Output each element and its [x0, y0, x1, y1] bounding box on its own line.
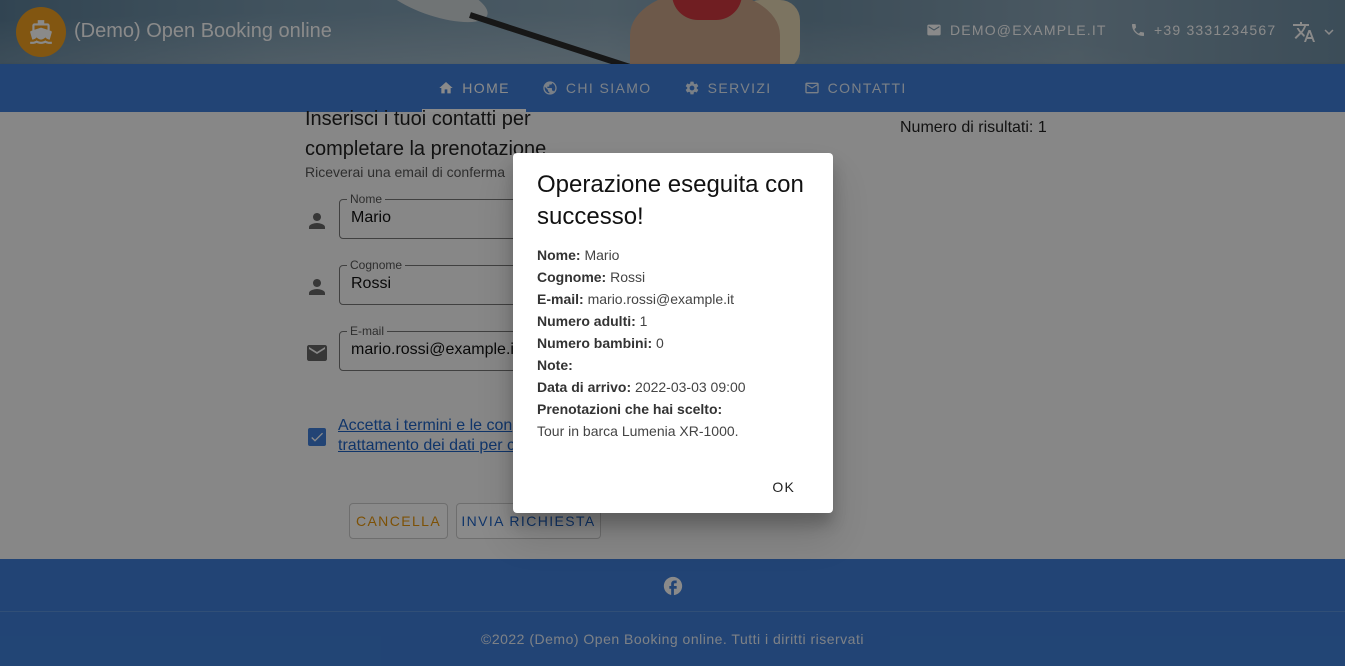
summary-label: Note:: [537, 357, 573, 373]
summary-label: Numero adulti:: [537, 313, 636, 329]
summary-label: Prenotazioni che hai scelto:: [537, 401, 723, 417]
summary-row-nome: Nome: Mario: [537, 244, 817, 266]
summary-value: 1: [639, 313, 648, 329]
summary-value: Rossi: [610, 269, 646, 285]
summary-booking: Tour in barca Lumenia XR-1000.: [537, 423, 739, 439]
success-dialog: Operazione eseguita con successo! Nome: …: [513, 153, 833, 513]
summary-label: Nome:: [537, 247, 581, 263]
summary-value: mario.rossi@example.it: [587, 291, 735, 307]
summary-row-adulti: Numero adulti: 1: [537, 310, 817, 332]
summary-row-prenotazioni: Prenotazioni che hai scelto:: [537, 398, 817, 420]
summary-label: Numero bambini:: [537, 335, 653, 351]
ok-button[interactable]: OK: [758, 473, 809, 501]
summary-row-arrivo: Data di arrivo: 2022-03-03 09:00: [537, 376, 817, 398]
summary-label: Cognome:: [537, 269, 607, 285]
summary-label: Data di arrivo:: [537, 379, 632, 395]
summary-value: Mario: [584, 247, 620, 263]
summary-row-email: E-mail: mario.rossi@example.it: [537, 288, 817, 310]
summary-value: 2022-03-03 09:00: [635, 379, 746, 395]
summary-row-bambini: Numero bambini: 0: [537, 332, 817, 354]
summary-row-note: Note:: [537, 354, 817, 376]
dialog-summary: Nome: Mario Cognome: Rossi E-mail: mario…: [537, 244, 817, 442]
dialog-title: Operazione eseguita con successo!: [537, 171, 804, 230]
summary-value: 0: [656, 335, 664, 351]
summary-label: E-mail:: [537, 291, 584, 307]
summary-row-cognome: Cognome: Rossi: [537, 266, 817, 288]
